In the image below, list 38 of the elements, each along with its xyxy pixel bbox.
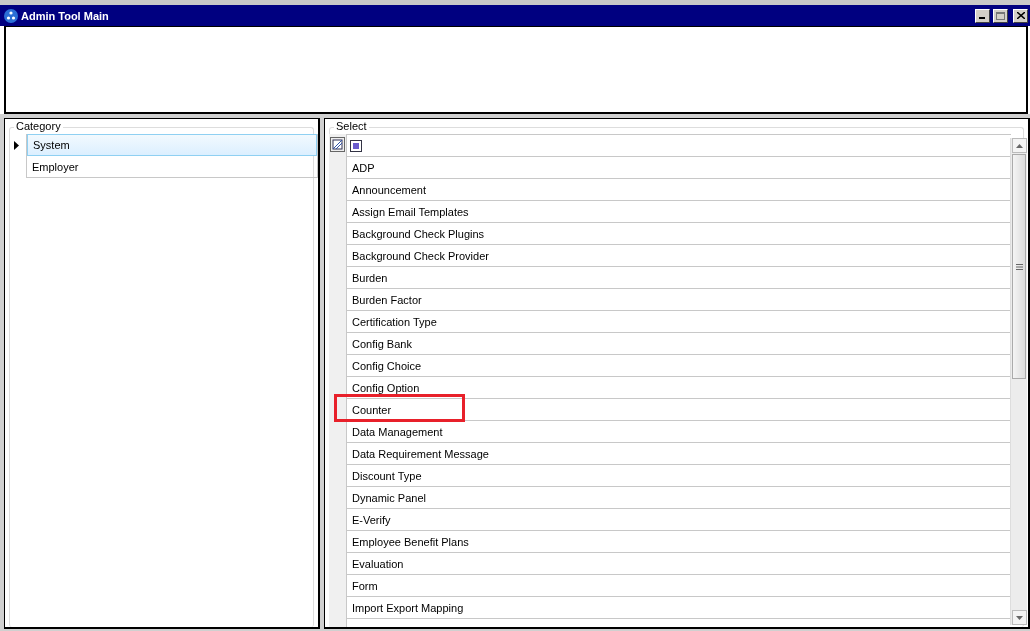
select-item[interactable]: Data Requirement Message (352, 447, 489, 460)
scroll-down-icon (1015, 615, 1023, 620)
select-item[interactable]: ADP (352, 161, 375, 174)
select-item[interactable]: Data Management (352, 425, 443, 438)
group-label: Category (14, 120, 63, 132)
select-item[interactable]: Dynamic Panel (352, 491, 426, 504)
select-item[interactable]: Burden Factor (352, 293, 422, 306)
minimize-button[interactable] (975, 8, 990, 23)
select-item[interactable]: Employee Benefit Plans (352, 535, 469, 548)
select-item[interactable]: Announcement (352, 183, 426, 196)
select-item[interactable]: Discount Type (352, 469, 422, 482)
window-title: Admin Tool Main (21, 9, 110, 22)
select-item[interactable]: Evaluation (352, 557, 404, 570)
scrollbar[interactable] (1010, 138, 1027, 625)
select-item[interactable]: Burden (352, 271, 388, 284)
select-item[interactable]: Certification Type (352, 315, 437, 328)
grip-icon (1015, 263, 1023, 270)
select-all-icon[interactable] (350, 139, 362, 152)
group-label: Select (334, 120, 369, 132)
app-logo-icon (4, 8, 18, 23)
select-item[interactable]: Assign Email Templates (352, 205, 469, 218)
maximize-button[interactable] (993, 8, 1008, 23)
maximize-icon (996, 11, 1005, 20)
select-item[interactable]: Config Option (352, 381, 420, 394)
select-item[interactable]: Background Check Provider (352, 249, 489, 262)
select-item[interactable]: Form (352, 579, 378, 592)
select-item[interactable]: Config Choice (352, 359, 422, 372)
category-item[interactable]: Employer (27, 156, 317, 178)
select-item[interactable]: Counter (352, 403, 392, 416)
select-item[interactable]: Import Export Mapping (352, 601, 464, 614)
row-pointer-icon (14, 141, 19, 150)
close-icon (1016, 12, 1025, 19)
select-item[interactable]: Config Bank (352, 337, 412, 350)
scroll-up-icon (1015, 143, 1023, 148)
select-item[interactable]: E-Verify (352, 513, 391, 526)
edit-grid-icon[interactable] (330, 137, 345, 152)
close-button[interactable] (1013, 8, 1028, 23)
select-item[interactable]: Background Check Plugins (352, 227, 485, 240)
